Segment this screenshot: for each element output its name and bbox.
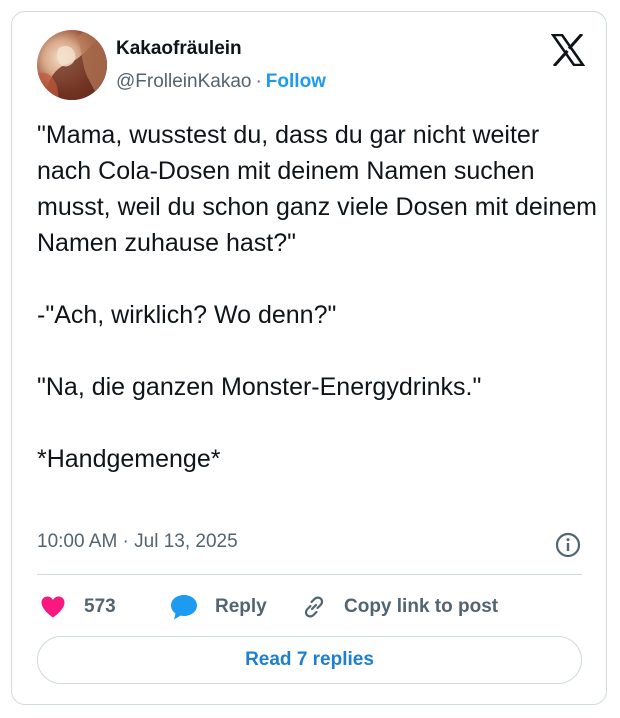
reply-button[interactable]: Reply bbox=[169, 592, 267, 622]
speech-bubble-icon bbox=[169, 593, 199, 621]
tweet-timestamp[interactable]: 10:00 AM · Jul 13, 2025 bbox=[37, 531, 238, 553]
tweet-paragraph-spacer bbox=[37, 405, 597, 441]
tweet-text: "Mama, wusstest du, dass du gar nicht we… bbox=[37, 117, 597, 477]
tweet-paragraph: *Handgemenge* bbox=[37, 445, 221, 473]
tweet-paragraph-spacer bbox=[37, 333, 597, 369]
tweet-paragraph: "Na, die ganzen Monster-Energydrinks." bbox=[37, 373, 482, 401]
read-replies-button[interactable]: Read 7 replies bbox=[37, 636, 582, 684]
info-icon[interactable] bbox=[555, 532, 581, 558]
link-icon bbox=[300, 593, 328, 621]
action-bar: 573 Reply Copy link to post bbox=[40, 592, 580, 622]
handle-row: @FrolleinKakao · Follow bbox=[116, 71, 326, 93]
tweet-paragraph-spacer bbox=[37, 261, 597, 297]
separator-dot: · bbox=[255, 71, 262, 92]
like-count: 573 bbox=[84, 596, 116, 617]
user-handle[interactable]: @FrolleinKakao bbox=[116, 71, 251, 92]
avatar[interactable] bbox=[37, 30, 107, 100]
divider bbox=[37, 574, 582, 575]
follow-button[interactable]: Follow bbox=[266, 71, 326, 92]
tweet-card: Kakaofräulein @FrolleinKakao · Follow "Mam… bbox=[11, 11, 607, 705]
x-logo-icon[interactable] bbox=[550, 32, 586, 68]
reply-label: Reply bbox=[215, 596, 267, 617]
heart-icon bbox=[40, 595, 66, 619]
like-button[interactable]: 573 bbox=[40, 592, 116, 622]
copy-link-label: Copy link to post bbox=[344, 596, 499, 617]
display-name[interactable]: Kakaofräulein bbox=[116, 38, 242, 60]
tweet-paragraph: "Mama, wusstest du, dass du gar nicht we… bbox=[37, 121, 604, 257]
copy-link-button[interactable]: Copy link to post bbox=[300, 592, 498, 622]
tweet-paragraph: -"Ach, wirklich? Wo denn?" bbox=[37, 301, 337, 329]
